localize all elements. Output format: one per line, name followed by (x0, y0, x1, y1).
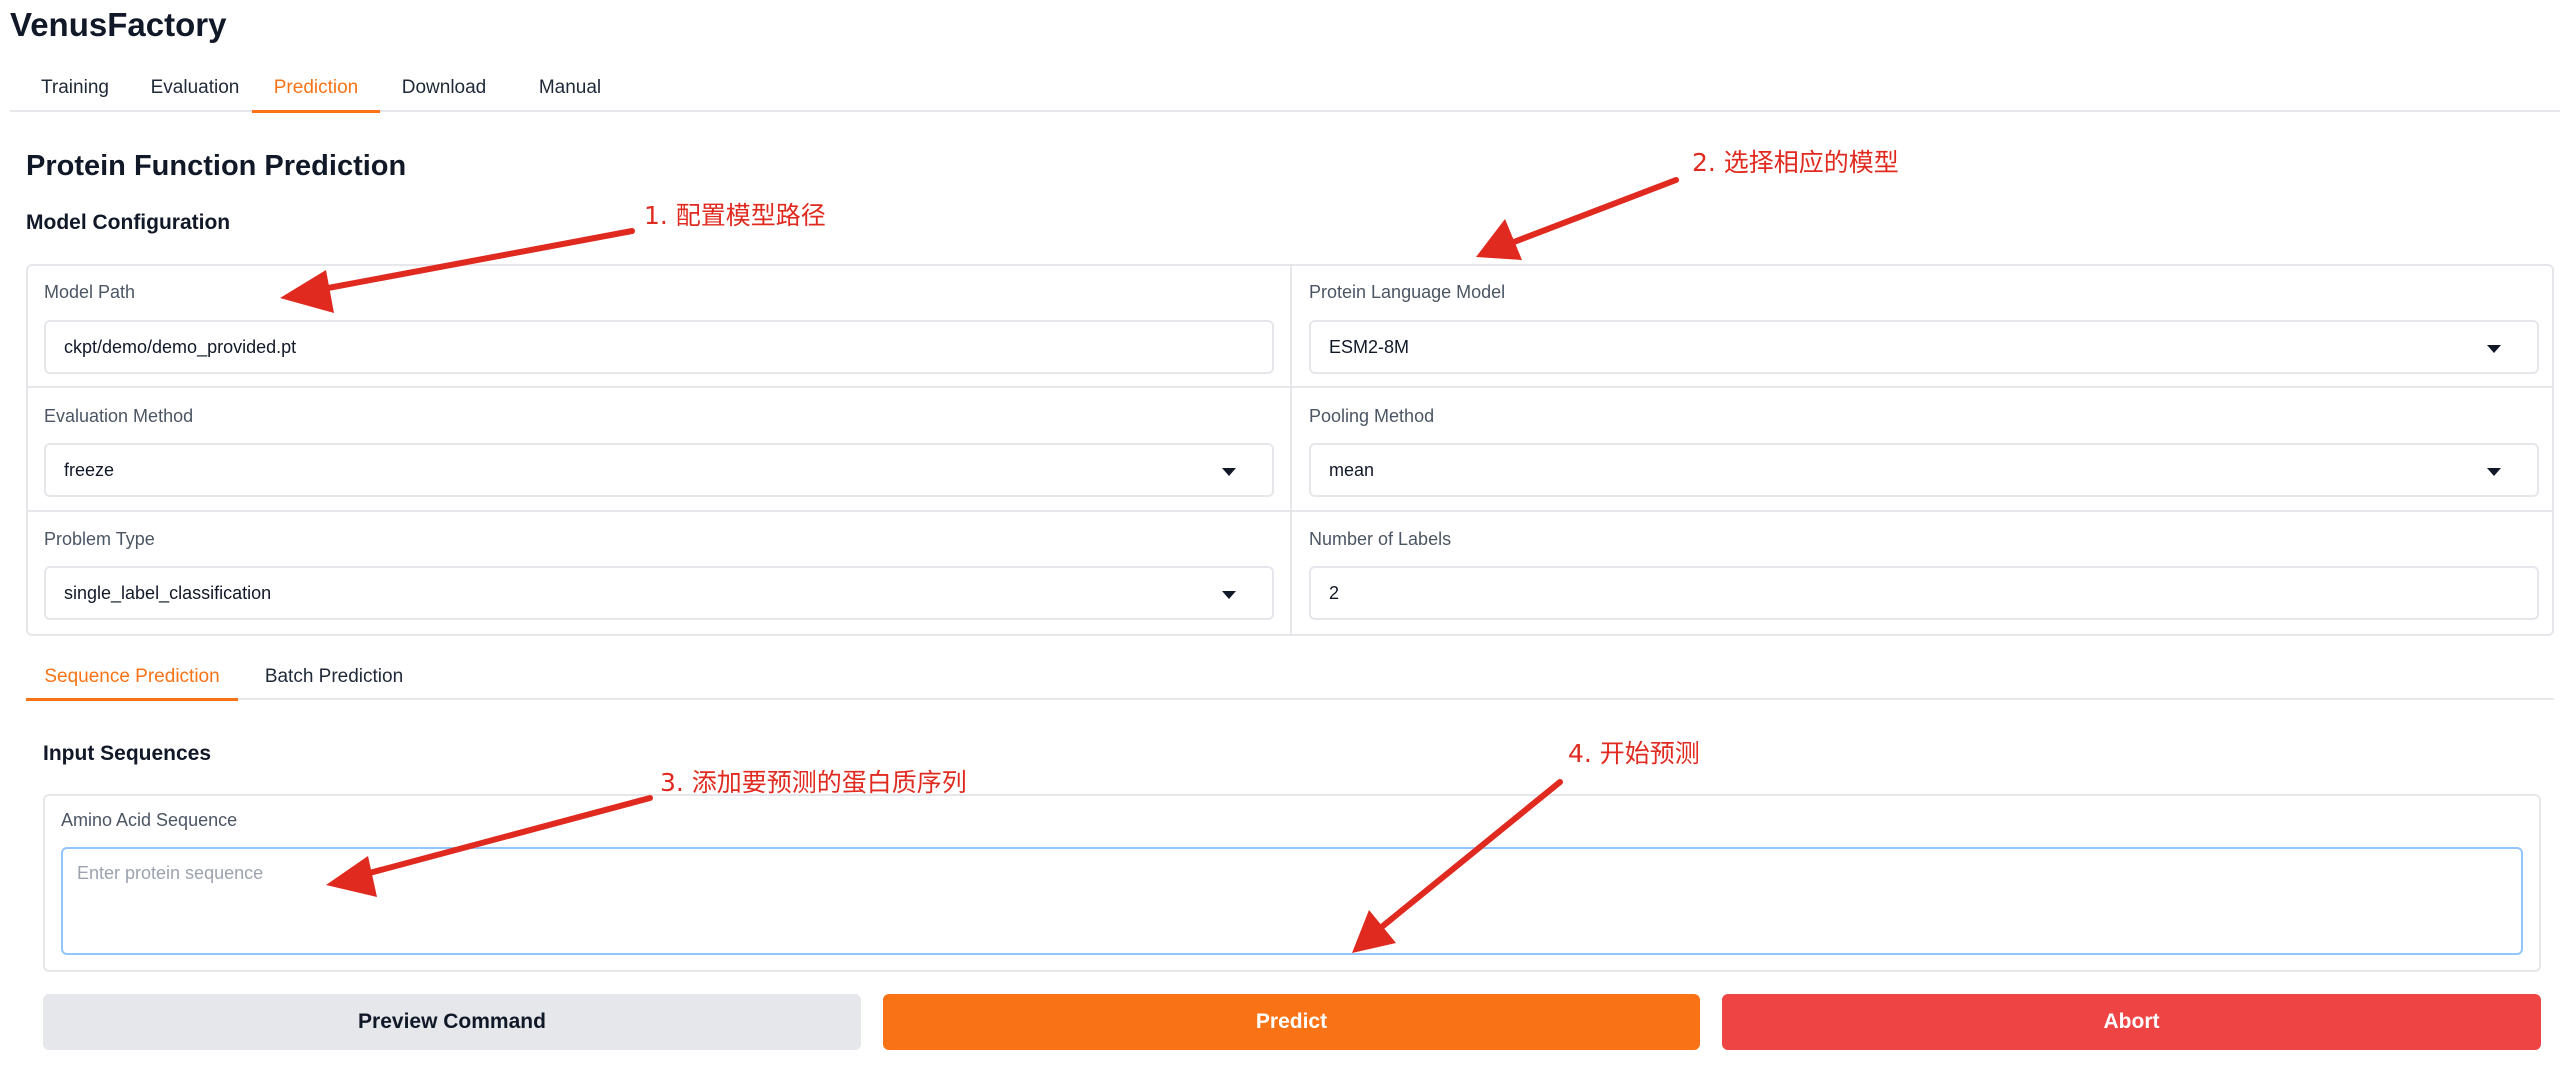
plm-label: Protein Language Model (1309, 282, 1506, 302)
eval-method-select[interactable]: freeze (44, 443, 1274, 497)
amino-acid-sequence-label: Amino Acid Sequence (61, 810, 238, 830)
annotation-step3: 3. 添加要预测的蛋白质序列 (660, 768, 967, 797)
arrow-icon (1476, 177, 1679, 260)
num-labels-input[interactable]: 2 (1309, 566, 2539, 620)
tab-prediction[interactable]: Prediction (252, 68, 380, 113)
main-tab-bar: Training Evaluation Prediction Download … (10, 68, 2560, 113)
tab-training[interactable]: Training (22, 68, 128, 110)
chevron-down-icon (1222, 468, 1236, 476)
tab-batch-prediction[interactable]: Batch Prediction (248, 658, 420, 698)
chevron-down-icon (2487, 468, 2501, 476)
problem-type-select-value: single_label_classification (64, 583, 272, 603)
predict-button[interactable]: Predict (883, 994, 1700, 1050)
num-labels-label: Number of Labels (1309, 529, 1452, 549)
page-title: Protein Function Prediction (26, 150, 407, 182)
chevron-down-icon (1222, 591, 1236, 599)
prediction-mode-tabs: Sequence Prediction Batch Prediction (26, 658, 2554, 701)
plm-select[interactable]: ESM2-8M (1309, 320, 2539, 374)
tab-sequence-prediction[interactable]: Sequence Prediction (26, 658, 238, 701)
eval-method-label: Evaluation Method (44, 406, 194, 426)
preview-command-button[interactable]: Preview Command (43, 994, 861, 1050)
config-row-divider (26, 386, 2554, 388)
annotation-step1: 1. 配置模型路径 (644, 201, 826, 230)
annotation-step2: 2. 选择相应的模型 (1692, 148, 1899, 177)
annotation-step4: 4. 开始预测 (1568, 739, 1700, 768)
problem-type-label: Problem Type (44, 529, 155, 549)
plm-select-value: ESM2-8M (1329, 337, 1410, 357)
chevron-down-icon (2487, 345, 2501, 353)
tab-download[interactable]: Download (388, 68, 500, 110)
model-path-input[interactable]: ckpt/demo/demo_provided.pt (44, 320, 1274, 374)
model-config-title: Model Configuration (26, 211, 231, 234)
model-path-label: Model Path (44, 282, 136, 302)
input-sequences-title: Input Sequences (43, 742, 212, 765)
pooling-select-value: mean (1329, 460, 1375, 480)
abort-button[interactable]: Abort (1722, 994, 2541, 1050)
eval-method-select-value: freeze (64, 460, 115, 480)
pooling-label: Pooling Method (1309, 406, 1435, 426)
problem-type-select[interactable]: single_label_classification (44, 566, 1274, 620)
pooling-select[interactable]: mean (1309, 443, 2539, 497)
tab-evaluation[interactable]: Evaluation (136, 68, 254, 110)
app-title: VenusFactory (10, 6, 227, 43)
tab-manual[interactable]: Manual (520, 68, 620, 110)
config-column-divider (1290, 264, 1292, 636)
amino-acid-sequence-input[interactable] (61, 847, 2523, 955)
config-row-divider (26, 510, 2554, 512)
